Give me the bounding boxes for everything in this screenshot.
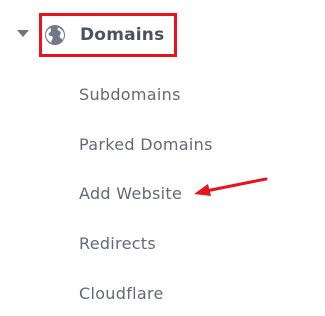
submenu-item-subdomains[interactable]: Subdomains (79, 83, 181, 107)
submenu-item-add-website[interactable]: Add Website (79, 182, 182, 206)
annotation-arrow-icon (194, 177, 268, 196)
highlight-box (39, 13, 177, 57)
submenu-item-cloudflare[interactable]: Cloudflare (79, 282, 164, 306)
caret-down-icon[interactable] (17, 30, 29, 37)
submenu-item-redirects[interactable]: Redirects (79, 232, 156, 256)
submenu-item-parked-domains[interactable]: Parked Domains (79, 133, 213, 157)
